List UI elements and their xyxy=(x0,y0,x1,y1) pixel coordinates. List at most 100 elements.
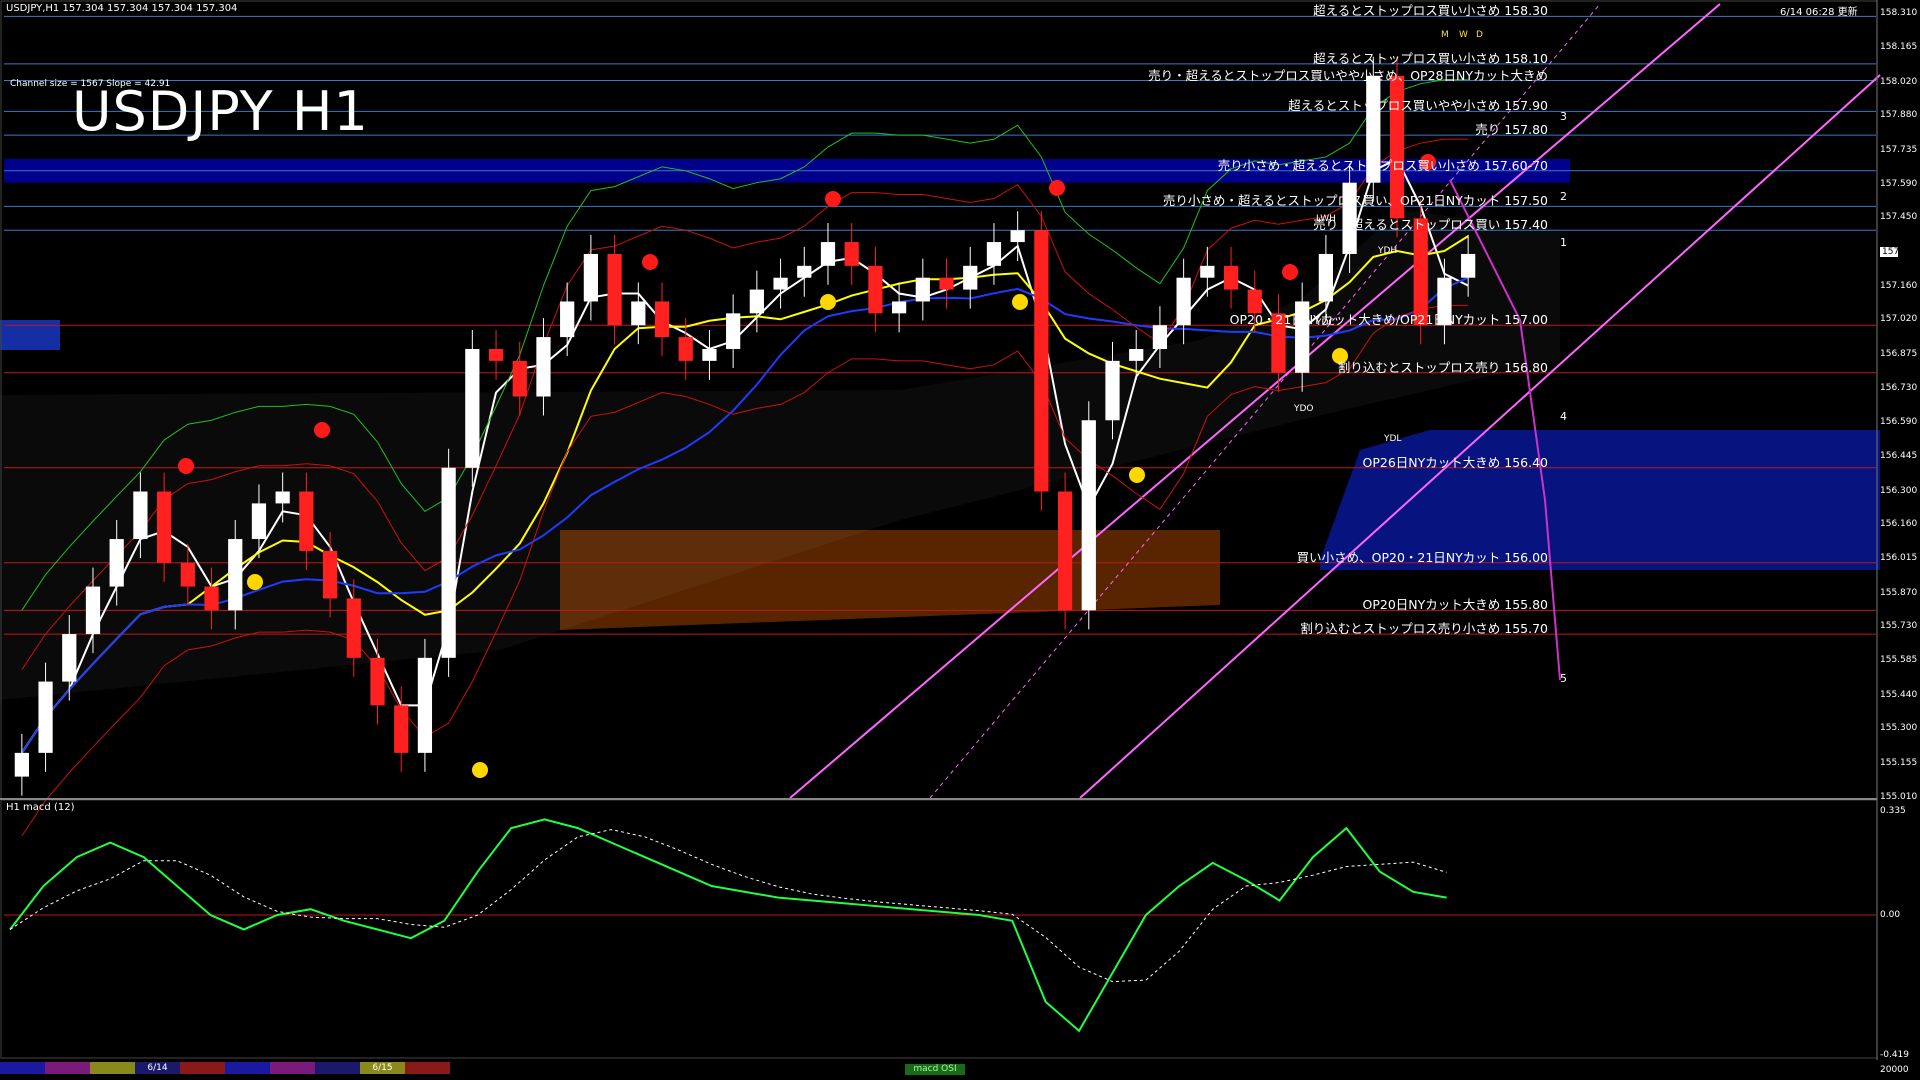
buy-signal-icon xyxy=(1012,294,1028,310)
marker-label: YDL xyxy=(1384,434,1402,444)
candle-body xyxy=(1010,230,1025,243)
candle-body xyxy=(702,348,717,361)
timeframe-tab[interactable] xyxy=(45,1062,90,1074)
timeframe-tab[interactable] xyxy=(225,1062,270,1074)
candle-body xyxy=(820,242,836,266)
cloud-blue-left xyxy=(0,320,60,350)
candle-body xyxy=(228,539,243,611)
candle-body xyxy=(1318,253,1333,302)
candle-body xyxy=(1223,265,1239,290)
timeframe-tabbar[interactable]: 6/14 6/15 xyxy=(0,1062,450,1074)
macd-signal-line xyxy=(9,829,1447,983)
marker-label: W xyxy=(1459,30,1468,40)
candle-body xyxy=(607,253,622,326)
candle-body xyxy=(109,539,124,587)
price-tick: 155.155 xyxy=(1880,757,1918,768)
candle-body xyxy=(441,467,456,658)
timeframe-tab[interactable] xyxy=(90,1062,135,1074)
channel-number: 2 xyxy=(1560,190,1567,203)
annotation-8: OP20・21日NYカット大きめ/OP21日NYカット 157.00 xyxy=(1229,312,1548,328)
candle-body xyxy=(1057,491,1073,611)
price-tick: 156.590 xyxy=(1880,416,1918,427)
candle-body xyxy=(512,360,527,397)
candle-body xyxy=(299,491,314,551)
annotation-3: 超えるとストップロス買いやや小さめ 157.90 xyxy=(1288,98,1548,114)
price-tick: 155.870 xyxy=(1880,587,1918,598)
chart-title: USDJPY H1 xyxy=(72,80,369,143)
price-tick: 155.730 xyxy=(1880,620,1918,631)
price-tick: 155.585 xyxy=(1880,655,1918,666)
marker-label: YDC xyxy=(1316,318,1335,328)
candle-body xyxy=(749,289,764,314)
candle-body xyxy=(654,301,670,338)
candle-body xyxy=(1152,325,1168,349)
candle-body xyxy=(62,634,77,682)
candle-body xyxy=(394,705,409,753)
sell-signal-icon xyxy=(642,254,658,270)
candle-body xyxy=(1200,265,1215,278)
buy-signal-icon xyxy=(472,762,488,778)
candle-body xyxy=(14,752,29,777)
buy-signal-icon xyxy=(820,294,836,310)
timeframe-tab[interactable] xyxy=(180,1062,225,1074)
price-tick: 157.020 xyxy=(1880,314,1918,325)
price-tick: 156.300 xyxy=(1880,485,1918,496)
timeframe-tab[interactable] xyxy=(270,1062,315,1074)
macd-pane xyxy=(4,818,1876,1033)
update-timestamp: 6/14 06:28 更新 xyxy=(1780,7,1858,18)
price-tick: 155.300 xyxy=(1880,723,1918,734)
candle-body xyxy=(797,265,812,278)
chart-canvas xyxy=(0,0,1881,1060)
annotation-6: 売り小さめ・超えるとストップロス買い、OP21日NYカット 157.50 xyxy=(1162,193,1548,209)
timeframe-tab[interactable] xyxy=(405,1062,450,1074)
channel-number: 1 xyxy=(1560,236,1567,249)
annotation-10: OP26日NYカット大きめ 156.40 xyxy=(1362,454,1548,470)
candle-body xyxy=(322,550,338,599)
buy-signal-icon xyxy=(247,574,263,590)
timeframe-tab[interactable]: 6/15 xyxy=(360,1062,405,1074)
candle-body xyxy=(986,242,1002,266)
candle-body xyxy=(370,657,385,706)
candle-body xyxy=(465,348,480,468)
candle-body xyxy=(38,681,53,753)
macd-tick: 0.00 xyxy=(1880,910,1901,920)
price-tick: 156.875 xyxy=(1880,348,1918,359)
candle-body xyxy=(180,562,195,587)
price-tick: 158.165 xyxy=(1880,42,1918,53)
candle-body xyxy=(844,242,859,266)
price-tick: 157.590 xyxy=(1880,179,1918,190)
macd-tab[interactable]: macd OSI xyxy=(905,1064,965,1075)
price-tick: 157.880 xyxy=(1880,110,1918,121)
candle-body xyxy=(275,491,290,504)
timeframe-tab[interactable] xyxy=(0,1062,45,1074)
annotation-13: 割り込むとストップロス売り小さめ 155.70 xyxy=(1300,621,1548,637)
candle-body xyxy=(85,586,101,635)
sell-signal-icon xyxy=(314,422,330,438)
buy-signal-icon xyxy=(1129,467,1145,483)
symbol-info: USDJPY,H1 157.304 157.304 157.304 157.30… xyxy=(6,3,238,14)
timeframe-tab[interactable] xyxy=(315,1062,360,1074)
marker-label: D xyxy=(1476,30,1483,40)
annotation-4: 売り 157.80 xyxy=(1475,122,1548,138)
marker-label: YDH xyxy=(1378,246,1398,256)
candle-body xyxy=(1081,420,1096,611)
candle-body xyxy=(204,586,219,611)
candle-body xyxy=(157,491,172,563)
candle-body xyxy=(560,301,575,338)
candle-body xyxy=(726,313,741,349)
price-tick: 157.304 xyxy=(1880,247,1920,257)
candle-body xyxy=(251,503,267,540)
price-tick: 158.310 xyxy=(1880,8,1918,18)
candle-body xyxy=(631,301,646,326)
sell-signal-icon xyxy=(178,458,194,474)
sell-signal-icon xyxy=(825,191,841,207)
macd-tick: 0.335 xyxy=(1880,806,1906,816)
candle-body xyxy=(1461,253,1476,278)
candle-body xyxy=(963,265,978,290)
candle-body xyxy=(488,348,504,361)
candle-body xyxy=(915,277,930,302)
candle-body xyxy=(773,277,788,290)
macd-label: H1 macd (12) xyxy=(6,802,75,813)
timeframe-tab[interactable]: 6/14 xyxy=(135,1062,180,1074)
sell-signal-icon xyxy=(1049,180,1065,196)
